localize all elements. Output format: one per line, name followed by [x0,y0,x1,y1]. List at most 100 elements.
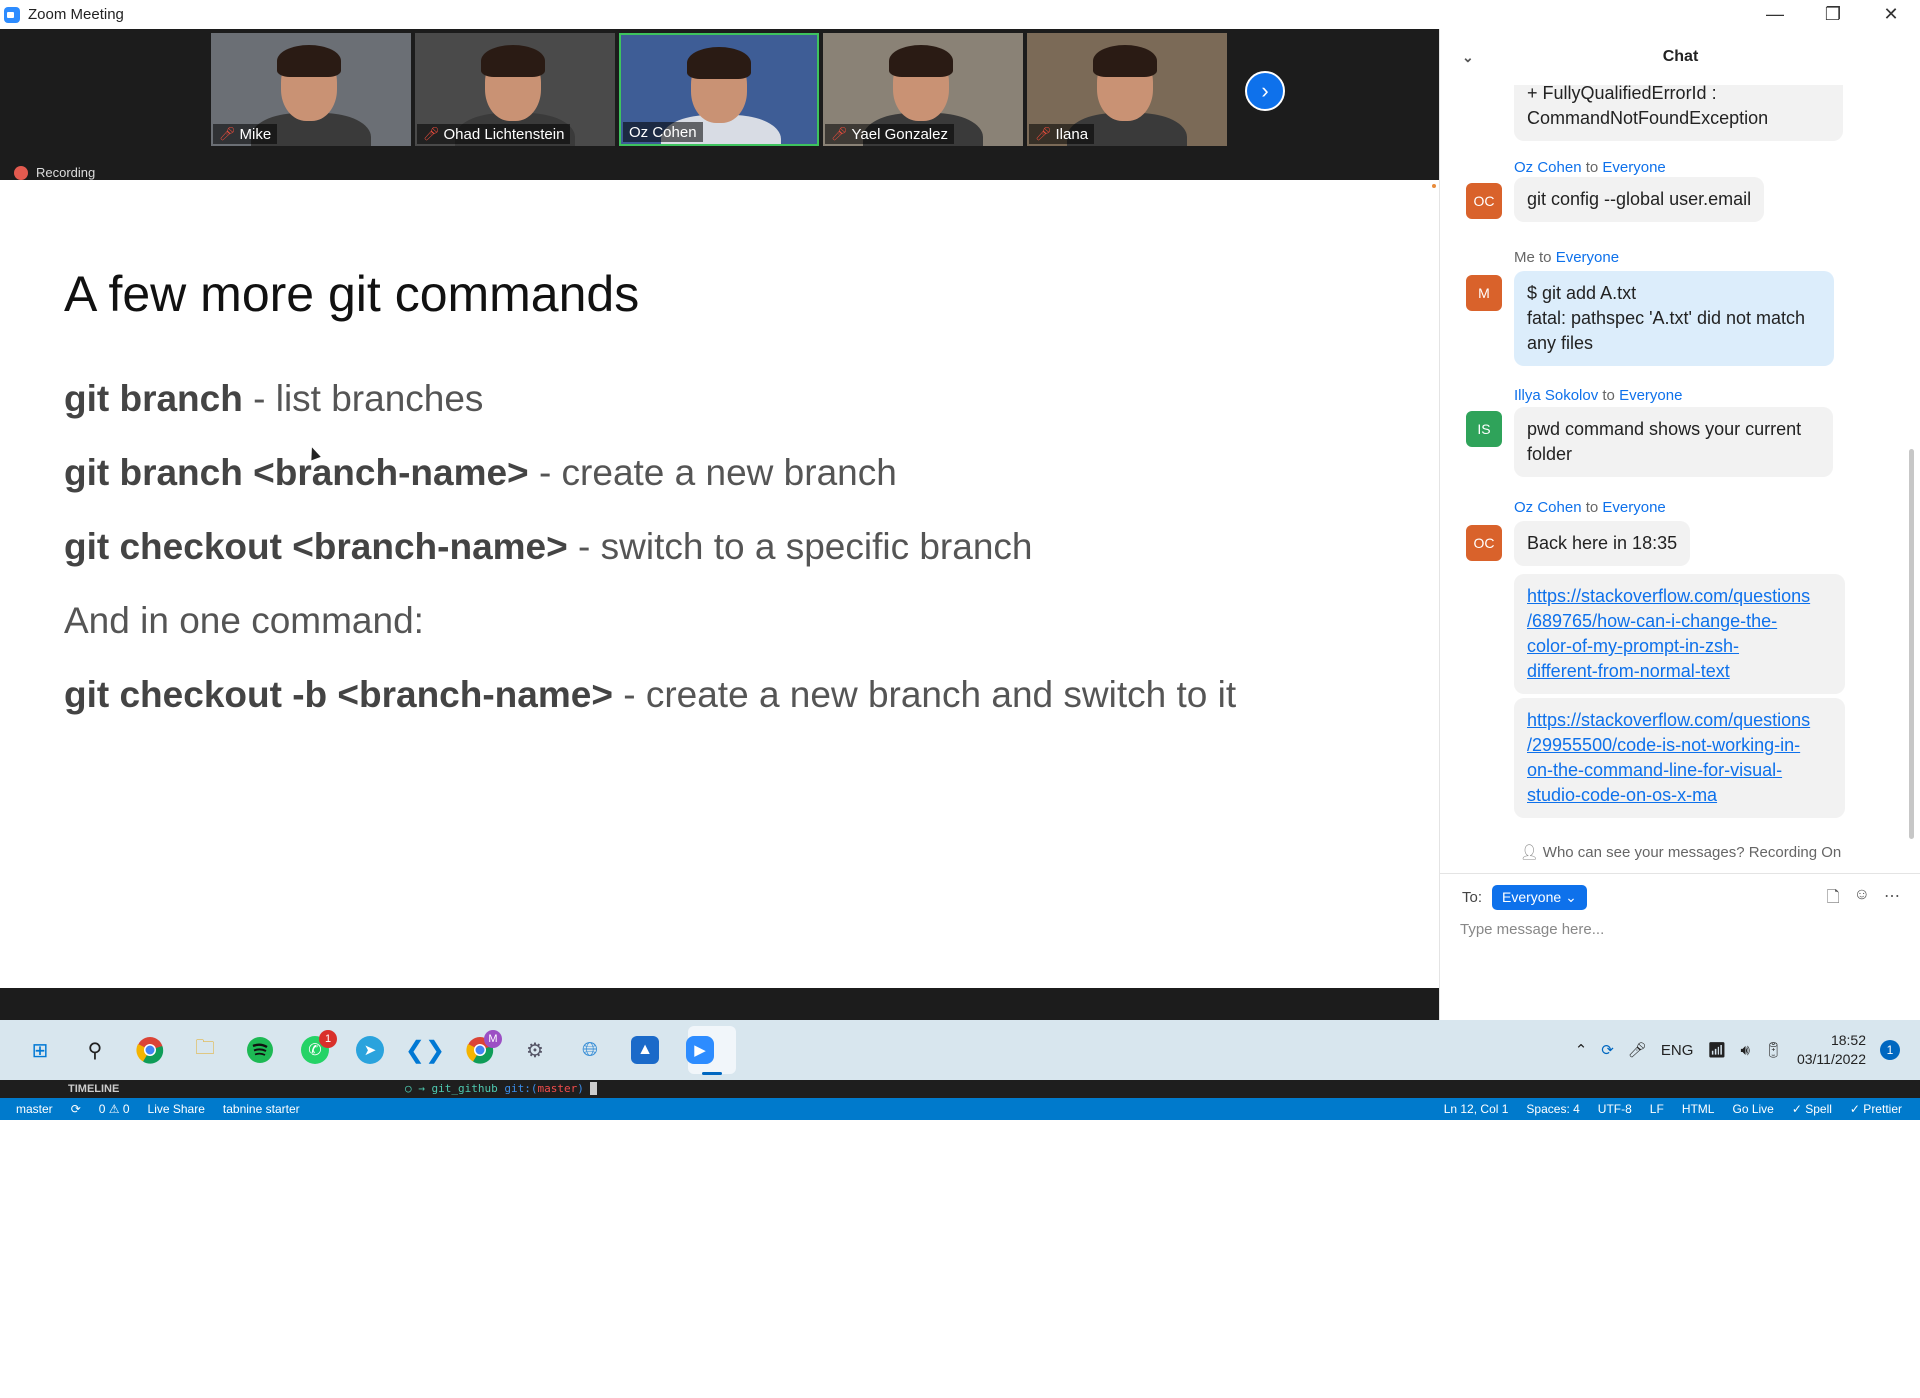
privacy-notice[interactable]: 👤︎ Who can see your messages? Recording O… [1440,843,1920,861]
video-tile-ilana[interactable]: 🎤︎ Ilana [1027,33,1227,146]
status-encoding[interactable]: UTF-8 [1598,1102,1632,1116]
windows-start-icon[interactable]: ⊞ [26,1036,54,1064]
chat-link-bubble: https://stackoverflow.com/questions/6897… [1514,574,1845,694]
slide-description: And in one command: [64,600,424,641]
whatsapp-icon[interactable]: ✆ 1 [301,1030,337,1064]
video-tile-yael[interactable]: 🎤︎ Yael Gonzalez [823,33,1023,146]
audience: Everyone [1602,499,1666,516]
search-icon[interactable]: ⚲ [81,1036,109,1064]
participant-hair [687,47,751,79]
file-icon[interactable]: 🗋 [1827,886,1840,913]
chat-header: ⌄ Chat [1440,29,1920,85]
sender-name: Oz Cohen [1514,499,1582,516]
vscode-icon[interactable]: ❮❯ [405,1036,445,1064]
slide-heading: A few more git commands [64,266,640,322]
volume-icon[interactable]: 🔊︎ [1740,1042,1749,1059]
language-indicator[interactable]: ENG [1661,1042,1694,1059]
status-cursor-position[interactable]: Ln 12, Col 1 [1444,1102,1509,1116]
vscode-status-bar: master ⟳ 0 ⚠ 0 Live Share tabnine starte… [0,1098,1920,1120]
audience: Everyone [1602,159,1666,176]
prompt-close: ) [577,1082,584,1095]
battery-icon[interactable]: 🔋︎ [1764,1041,1783,1059]
slide-command: git checkout <branch-name> [64,526,568,567]
link-line: https://stackoverflow.com/questions [1527,586,1811,606]
link-line: https://stackoverflow.com/questions [1527,710,1811,730]
clock-time: 18:52 [1830,1032,1866,1048]
browser-globe-icon[interactable]: 🌐︎ [576,1036,604,1064]
sender-name: Illya Sokolov [1514,387,1599,404]
chrome-icon[interactable] [136,1036,164,1064]
participant-hair [277,45,341,77]
microphone-icon[interactable]: 🎤︎ [1628,1041,1647,1059]
recipient-dropdown[interactable]: Everyone ⌄ [1492,885,1587,910]
chat-message-bubble: $ git add A.txt fatal: pathspec 'A.txt' … [1514,271,1834,366]
sync-icon[interactable]: ⟳ [1601,1041,1614,1059]
chat-scrollbar[interactable] [1909,449,1914,839]
chevron-up-icon[interactable]: ⌃ [1575,1041,1588,1059]
notification-badge: 1 [319,1030,337,1048]
chevron-down-icon[interactable]: ⌄ [1462,49,1474,66]
settings-gear-icon[interactable]: ⚙ [521,1036,549,1064]
to-word: to [1539,249,1552,266]
file-explorer-icon[interactable]: 🗀 [191,1036,219,1064]
next-page-arrow-icon[interactable]: › [1245,71,1285,111]
link-line: /689765/how-can-i-change-the- [1527,611,1778,631]
chat-messages[interactable]: + FullyQualifiedErrorId : CommandNotFoun… [1440,85,1910,865]
audience: Everyone [1555,249,1620,266]
to-label: To: [1462,889,1483,906]
status-go-live[interactable]: Go Live [1732,1102,1773,1116]
status-tabnine[interactable]: tabnine starter [223,1102,300,1116]
system-tray: ⌃ ⟳ 🎤︎ ENG 📶︎ 🔊︎ 🔋︎ 18:52 03/11/2022 1 [1575,1020,1900,1080]
clock[interactable]: 18:52 03/11/2022 [1797,1031,1866,1069]
chevron-down-icon: ⌄ [1565,889,1577,905]
minimize-button[interactable]: — [1746,0,1804,29]
title-bar: Zoom Meeting — ❐ ✕ [0,0,1920,29]
video-tile-mike[interactable]: 🎤︎ Mike [211,33,411,146]
status-indent[interactable]: Spaces: 4 [1526,1102,1579,1116]
telegram-icon[interactable]: ➤ [356,1036,384,1064]
status-eol[interactable]: LF [1650,1102,1664,1116]
video-strip: 🎤︎ Mike 🎤︎ Ohad Lichtenstein Oz Cohen 🎤︎… [0,29,1439,180]
timeline-label[interactable]: TIMELINE [68,1083,119,1095]
spotify-icon[interactable] [246,1036,274,1064]
chat-message-bubble: git config --global user.email [1514,177,1765,222]
participant-nameplate: 🎤︎ Yael Gonzalez [825,124,954,144]
status-spell[interactable]: ✓ Spell [1792,1102,1832,1116]
video-tile-ohad[interactable]: 🎤︎ Ohad Lichtenstein [415,33,615,146]
prompt-branch: master [537,1082,578,1095]
taskbar: ⊞ ⚲ 🗀 ✆ 1 ➤ ❮❯ M ⚙ 🌐︎ ▲ ▶ ⌃ ⟳ 🎤︎ ENG 📶︎ 🔊… [0,1020,1920,1080]
status-problems[interactable]: 0 ⚠ 0 [99,1102,130,1116]
mic-muted-icon: 🎤︎ [1035,126,1052,141]
wifi-icon[interactable]: 📶︎ [1707,1041,1726,1059]
more-options-icon[interactable]: ⋯ [1884,886,1900,913]
chrome-profile-icon[interactable]: M [466,1030,502,1064]
recording-dot-icon [14,165,28,180]
privacy-notice-text: Who can see your messages? Recording On [1542,844,1842,861]
video-tile-oz-cohen[interactable]: Oz Cohen [619,33,819,146]
close-button[interactable]: ✕ [1862,0,1920,29]
status-sync[interactable]: ⟳ [71,1102,81,1116]
notification-count[interactable]: 1 [1880,1040,1900,1060]
audience: Everyone [1619,387,1683,404]
to-word: to [1585,499,1599,516]
status-prettier[interactable]: ✓ Prettier [1850,1102,1902,1116]
recipient-value: Everyone [1502,889,1562,905]
avatar: OC [1466,183,1502,219]
message-input[interactable]: Type message here... [1460,921,1604,938]
participant-nameplate: 🎤︎ Ohad Lichtenstein [417,124,571,144]
status-live-share[interactable]: Live Share [148,1102,205,1116]
clock-date: 03/11/2022 [1796,1051,1866,1067]
zoom-icon[interactable]: ▶ [686,1036,714,1064]
photos-icon[interactable]: ▲ [631,1036,659,1064]
status-branch[interactable]: master [16,1102,53,1116]
participant-name: Ilana [1055,125,1089,143]
chat-link[interactable]: https://stackoverflow.com/questions/2995… [1527,710,1810,805]
link-line: on-the-command-line-for-visual- [1527,760,1783,780]
share-bottom-bar [0,988,1439,1020]
participant-name: Yael Gonzalez [851,125,948,143]
emoji-icon[interactable]: ☺ [1854,886,1870,913]
maximize-button[interactable]: ❐ [1804,0,1862,29]
chat-tools: 🗋 ☺ ⋯ [1827,886,1900,913]
chat-link[interactable]: https://stackoverflow.com/questions/6897… [1527,586,1810,681]
status-language[interactable]: HTML [1682,1102,1715,1116]
